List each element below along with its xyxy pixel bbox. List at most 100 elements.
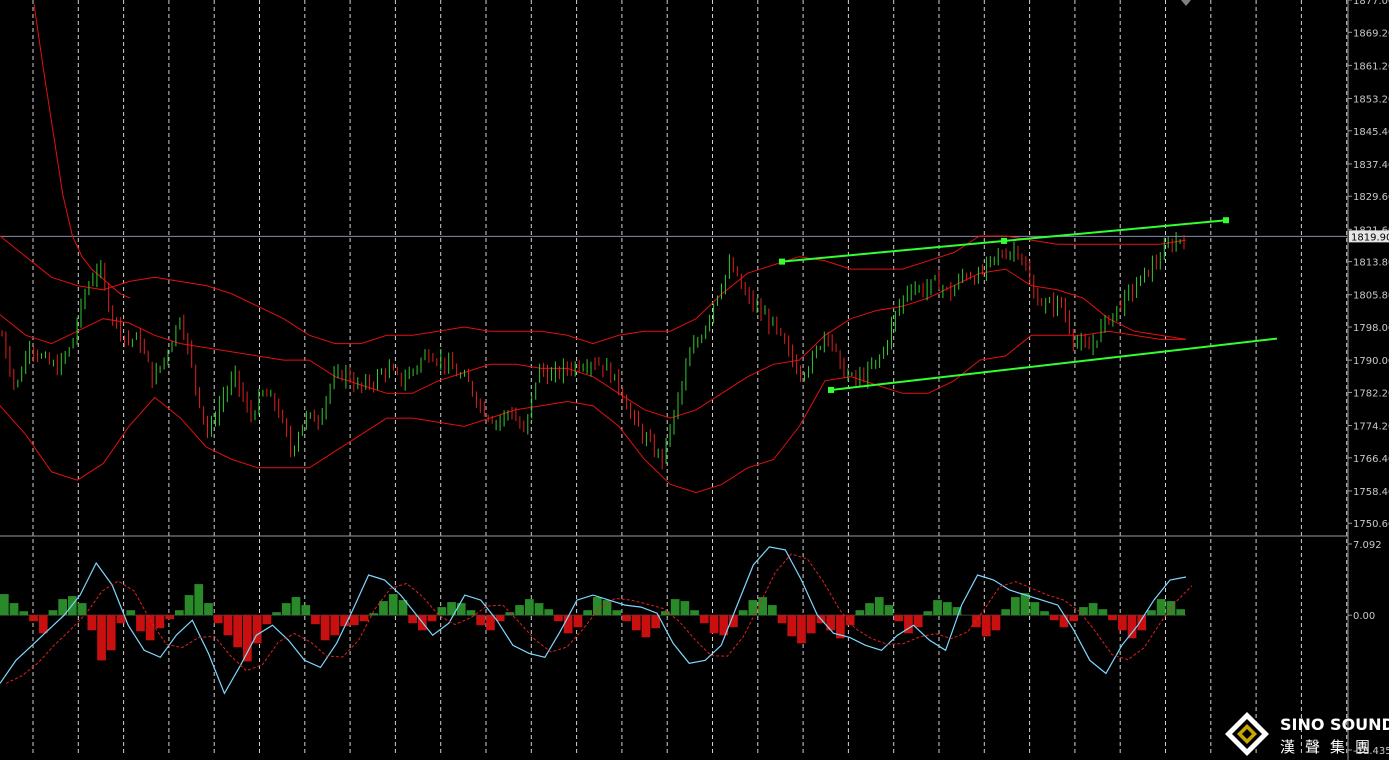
macd-histogram-bar: [981, 615, 991, 637]
macd-histogram-bar: [359, 615, 369, 622]
macd-histogram-bar: [1059, 615, 1069, 628]
price-tick-label: 1790.00: [1353, 356, 1389, 367]
macd-histogram-bar: [175, 610, 184, 616]
macd-histogram-bar: [311, 615, 320, 625]
macd-histogram-bar: [894, 615, 904, 622]
macd-histogram-bar: [1108, 615, 1117, 621]
macd-histogram-bar: [262, 615, 272, 625]
macd-histogram-bar: [1011, 597, 1020, 616]
macd-histogram-bar: [204, 603, 213, 616]
macd-histogram-bar: [466, 610, 476, 616]
chart-root: 1877.00 1869.20 1861.20 1853.20 1845.40 1837.…: [0, 0, 1389, 760]
macd-histogram-bar: [680, 601, 690, 616]
macd-histogram-bar: [612, 610, 622, 616]
price-tick-label: 1766.40: [1353, 454, 1389, 465]
macd-histogram-bar: [738, 610, 748, 616]
macd-histogram-bar: [1001, 609, 1010, 616]
macd-histogram-bar: [1049, 615, 1059, 621]
macd-histogram-bar: [661, 611, 670, 616]
macd-histogram-bar: [972, 615, 981, 628]
macd-histogram-bar: [1147, 610, 1156, 616]
macd-histogram-bar: [1176, 609, 1185, 616]
macd-histogram-bar: [388, 594, 398, 616]
macd-histogram-bar: [787, 615, 797, 637]
macd-histogram-bar: [379, 601, 388, 616]
macd-histogram-bar: [515, 605, 524, 616]
macd-histogram-bar: [602, 600, 612, 616]
macd-histogram-bar: [29, 615, 38, 622]
macd-histogram-bar: [544, 609, 554, 616]
macd-histogram-bar: [1098, 609, 1108, 616]
macd-histogram-bar: [486, 615, 495, 631]
macd-histogram-bar: [369, 613, 379, 616]
price-tick-label: 1758.40: [1353, 487, 1389, 498]
macd-histogram-bar: [690, 610, 699, 616]
macd-histogram-bar: [1156, 599, 1166, 616]
macd-histogram-bar: [48, 610, 58, 616]
macd-histogram-bar: [223, 615, 233, 636]
logo-name: SINO SOUND: [1280, 715, 1389, 734]
macd-histogram-bar: [1127, 615, 1137, 639]
price-tick-label: 1805.80: [1353, 291, 1389, 302]
macd-histogram-bar: [699, 615, 709, 624]
current-price-label: 1819.90: [1351, 232, 1389, 243]
trendline-handle: [828, 386, 834, 393]
macd-histogram-bar: [408, 615, 417, 624]
macd-histogram-bar: [476, 615, 485, 626]
logo-name-zh: 漢聲集團: [1280, 738, 1380, 756]
macd-histogram-bar: [19, 611, 29, 616]
price-tick-label: 1869.20: [1353, 28, 1389, 39]
macd-histogram-bar: [233, 615, 242, 648]
macd-histogram-bar: [272, 612, 281, 616]
macd-histogram-bar: [641, 615, 651, 638]
macd-histogram-bar: [777, 615, 787, 624]
macd-histogram-bar: [145, 615, 155, 641]
price-tick-label: 1829.60: [1353, 192, 1389, 203]
macd-histogram-bar: [320, 615, 330, 641]
macd-histogram-bar: [184, 595, 194, 616]
price-tick-label: 1861.20: [1353, 61, 1389, 72]
macd-histogram-bar: [136, 615, 145, 632]
macd-histogram-bar: [534, 603, 544, 616]
trendline-handle: [779, 258, 785, 265]
macd-histogram-bar: [525, 599, 534, 616]
macd-tick-label: 7.092: [1353, 540, 1382, 551]
macd-histogram-bar: [1137, 615, 1147, 631]
macd-histogram-bar: [865, 603, 874, 616]
macd-histogram-bar: [350, 615, 359, 626]
macd-histogram-bar: [583, 610, 592, 616]
macd-histogram-bar: [913, 615, 923, 628]
macd-histogram-bar: [437, 607, 447, 616]
price-tick-label: 1845.40: [1353, 127, 1389, 138]
macd-histogram-bar: [77, 603, 87, 616]
macd-tick-label: 0.00: [1353, 611, 1375, 622]
macd-histogram-bar: [933, 600, 942, 616]
macd-histogram-bar: [301, 605, 311, 616]
macd-histogram-bar: [874, 597, 884, 616]
macd-histogram-bar: [243, 615, 252, 662]
macd-histogram-bar: [1088, 603, 1098, 616]
macd-histogram-bar: [281, 603, 291, 616]
macd-histogram-bar: [106, 615, 116, 651]
macd-histogram-bar: [709, 615, 719, 634]
macd-histogram-bar: [87, 615, 97, 631]
macd-histogram-bar: [126, 610, 136, 616]
macd-histogram-bar: [845, 615, 855, 626]
macd-histogram-bar: [797, 615, 806, 644]
macd-histogram-bar: [554, 615, 563, 622]
macd-histogram-bar: [165, 615, 174, 620]
macd-histogram-bar: [884, 605, 894, 616]
macd-histogram-bar: [456, 603, 466, 616]
price-tick-label: 1798.00: [1353, 323, 1389, 334]
trendline-handle: [1223, 217, 1229, 224]
macd-histogram-bar: [631, 615, 641, 631]
chart-background: [0, 0, 1389, 760]
macd-histogram-bar: [593, 597, 602, 616]
macd-histogram-bar: [943, 602, 952, 616]
macd-histogram-bar: [670, 599, 680, 616]
macd-histogram-bar: [768, 605, 777, 616]
macd-histogram-bar: [806, 615, 816, 634]
macd-histogram-bar: [1030, 602, 1040, 616]
macd-histogram-bar: [427, 615, 437, 622]
price-tick-label: 1837.40: [1353, 160, 1389, 171]
